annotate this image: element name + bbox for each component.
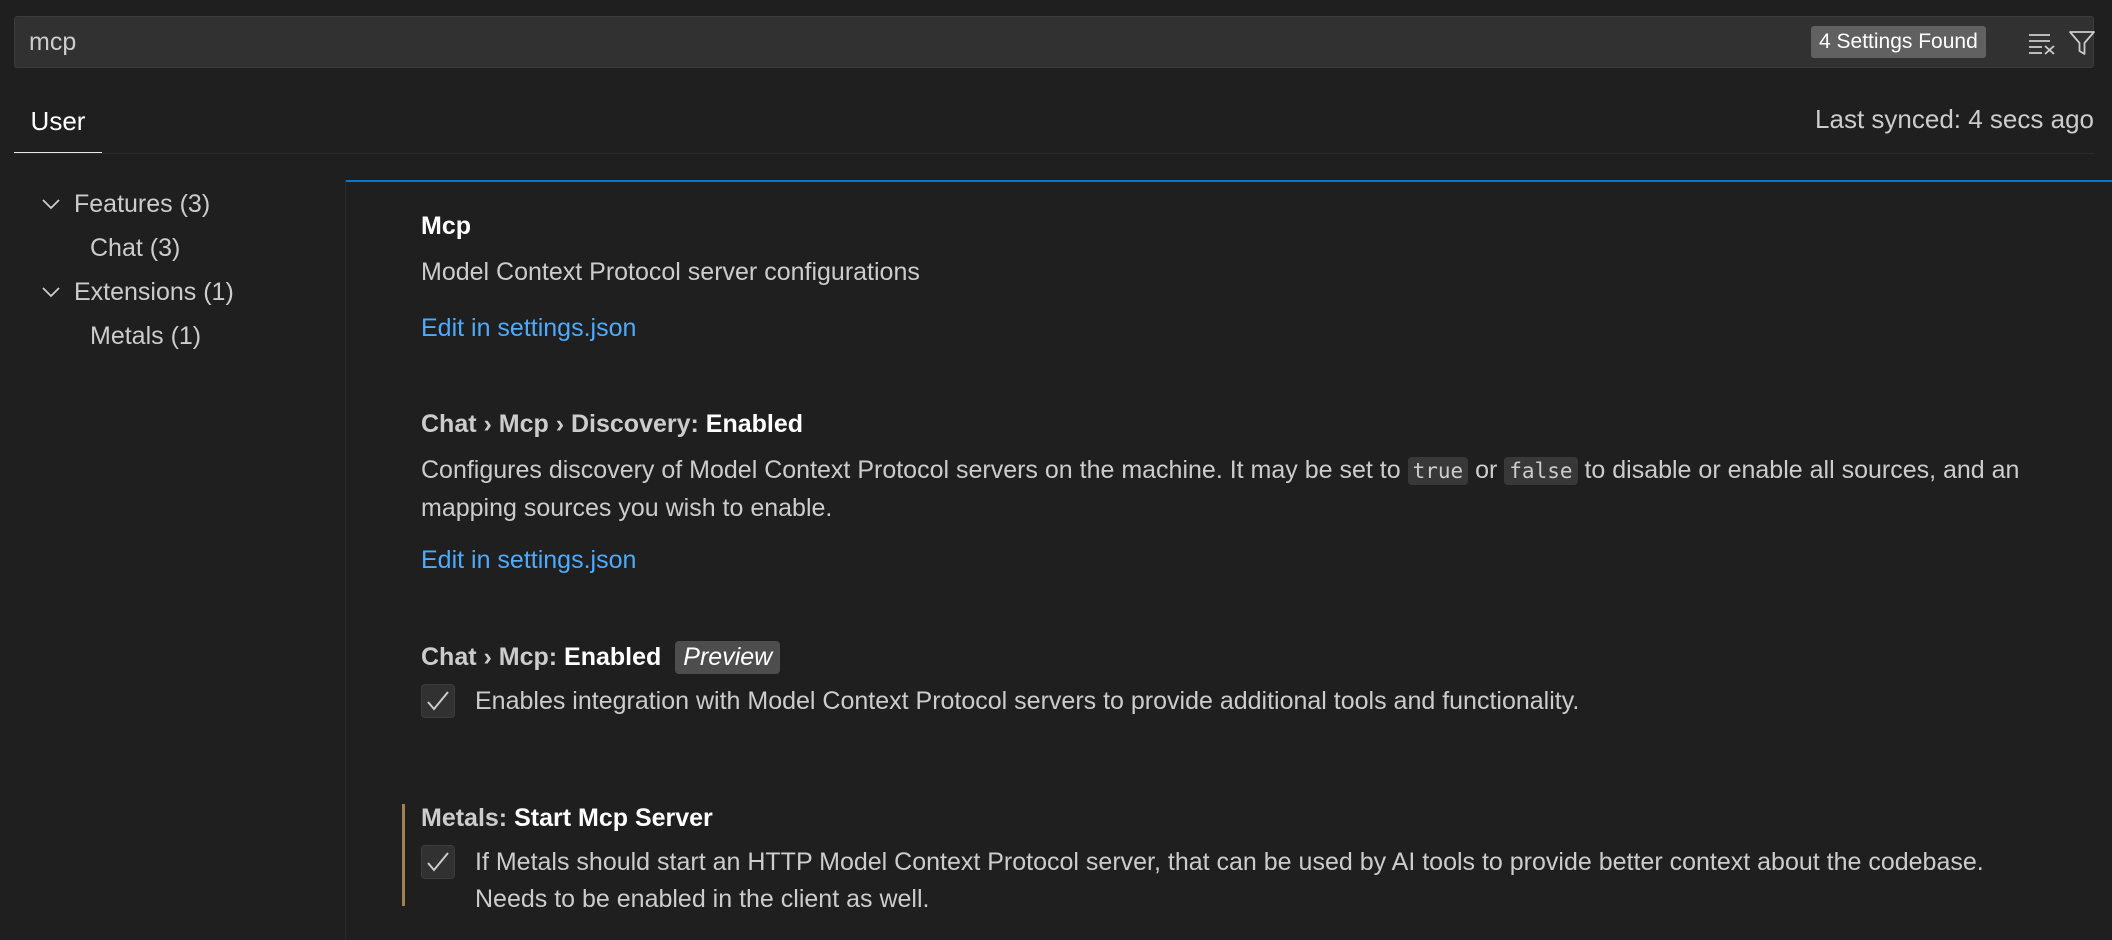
setting-title: Chat › Mcp: Enabled Preview bbox=[421, 639, 781, 675]
code-true: true bbox=[1407, 457, 1469, 485]
last-synced-status: Last synced: 4 secs ago bbox=[1815, 104, 2094, 134]
setting-description: Configures discovery of Model Context Pr… bbox=[421, 452, 2021, 527]
description-text: Configures discovery of Model Context Pr… bbox=[421, 456, 1408, 484]
toc-item-label: Extensions (1) bbox=[74, 278, 234, 306]
toc-item-label: Metals (1) bbox=[90, 322, 202, 350]
clear-filter-icon[interactable] bbox=[2027, 28, 2057, 58]
modified-indicator bbox=[402, 804, 405, 906]
check-icon bbox=[427, 691, 449, 711]
preview-tag: Preview bbox=[675, 641, 781, 674]
setting-title: Mcp bbox=[421, 208, 471, 244]
toc-item-label: Features (3) bbox=[74, 190, 211, 218]
tab-user[interactable]: User bbox=[14, 100, 102, 154]
settings-search-bar: 4 Settings Found bbox=[14, 16, 2097, 68]
setting-checkbox[interactable] bbox=[421, 845, 455, 879]
filter-icon[interactable] bbox=[2067, 28, 2097, 58]
settings-search-input[interactable] bbox=[15, 17, 1795, 67]
setting-title-leaf: Enabled bbox=[705, 410, 804, 438]
setting-title-prefix: Chat › Mcp › Discovery: bbox=[421, 410, 706, 438]
setting-title-prefix: Chat › Mcp: bbox=[421, 643, 565, 671]
edit-in-settings-json-link[interactable]: Edit in settings.json bbox=[421, 542, 636, 578]
toc-item-label: Chat (3) bbox=[90, 234, 181, 262]
setting-description: If Metals should start an HTTP Model Con… bbox=[475, 848, 1984, 913]
chevron-down-icon bbox=[42, 199, 60, 210]
setting-description: Model Context Protocol server configurat… bbox=[421, 258, 920, 286]
settings-list: Mcp Model Context Protocol server config… bbox=[345, 180, 2112, 940]
edit-in-settings-json-link[interactable]: Edit in settings.json bbox=[421, 310, 636, 346]
setting-title: Metals: Start Mcp Server bbox=[421, 800, 713, 836]
toc-item-metals[interactable]: Metals (1) bbox=[0, 314, 346, 358]
focus-indicator-line bbox=[346, 180, 2112, 182]
setting-title-prefix: Metals: bbox=[421, 804, 515, 832]
toc-item-chat[interactable]: Chat (3) bbox=[0, 226, 346, 270]
setting-title: Chat › Mcp › Discovery: Enabled bbox=[421, 406, 803, 442]
code-false: false bbox=[1504, 457, 1578, 485]
setting-title-leaf: Mcp bbox=[421, 212, 471, 240]
toc-item-extensions[interactable]: Extensions (1) bbox=[0, 270, 346, 314]
toc-item-features[interactable]: Features (3) bbox=[0, 182, 346, 226]
setting-checkbox[interactable] bbox=[421, 684, 455, 718]
check-icon bbox=[427, 852, 449, 872]
setting-description: Enables integration with Model Context P… bbox=[475, 687, 1580, 715]
settings-toc-tree: Features (3) Chat (3) Extensions (1) Met… bbox=[0, 182, 346, 358]
description-text: or bbox=[1468, 456, 1505, 484]
setting-title-leaf: Enabled bbox=[564, 643, 662, 671]
tabs-divider bbox=[14, 153, 2094, 154]
setting-title-leaf: Start Mcp Server bbox=[514, 804, 713, 832]
chevron-down-icon bbox=[42, 287, 60, 298]
results-count-badge: 4 Settings Found bbox=[1811, 26, 1986, 58]
